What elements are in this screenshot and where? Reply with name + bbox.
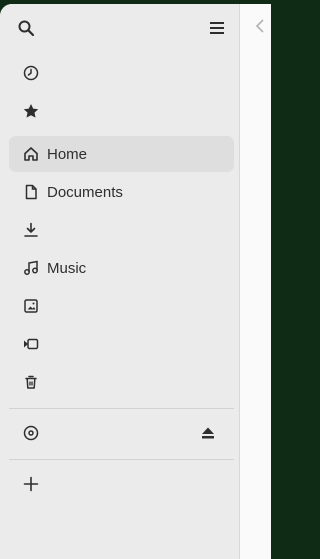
eject-icon[interactable] <box>200 425 216 441</box>
download-icon <box>22 221 40 239</box>
sidebar-item-label: Music <box>47 259 87 277</box>
sidebar-item-recent[interactable] <box>9 55 234 91</box>
sidebar-item-other-locations[interactable] <box>9 466 234 502</box>
sidebar-item-label: Documents <box>47 183 123 201</box>
clock-icon <box>22 64 40 82</box>
trash-icon <box>22 373 40 391</box>
search-icon <box>17 19 35 37</box>
sidebar-item-documents[interactable]: Documents <box>9 174 234 210</box>
file-manager-window: Home Documents Music <box>0 4 271 559</box>
home-icon <box>22 145 40 163</box>
sidebar-separator <box>9 408 234 409</box>
plus-icon <box>22 475 40 493</box>
content-pane <box>240 4 271 559</box>
sidebar-item-trash[interactable] <box>9 364 234 400</box>
sidebar-separator <box>9 459 234 460</box>
video-icon <box>22 335 40 353</box>
main-menu-button[interactable] <box>207 18 227 38</box>
search-button[interactable] <box>16 18 36 38</box>
picture-icon <box>22 297 40 315</box>
sidebar-item-music[interactable]: Music <box>9 250 234 286</box>
sidebar-item-label: Home <box>47 145 88 163</box>
back-button[interactable] <box>252 18 268 34</box>
sidebar-item-starred[interactable] <box>9 93 234 129</box>
star-icon <box>22 102 40 120</box>
sidebar-item-pictures[interactable] <box>9 288 234 324</box>
document-icon <box>22 183 40 201</box>
sidebar-item-home[interactable]: Home <box>9 136 234 172</box>
sidebar-item-downloads[interactable] <box>9 212 234 248</box>
sidebar: Home Documents Music <box>0 4 240 559</box>
hamburger-menu-icon <box>209 21 225 35</box>
sidebar-item-videos[interactable] <box>9 326 234 362</box>
sidebar-item-device[interactable] <box>9 415 234 451</box>
music-icon <box>22 259 40 277</box>
disc-icon <box>22 424 40 442</box>
chevron-left-icon <box>252 18 268 34</box>
